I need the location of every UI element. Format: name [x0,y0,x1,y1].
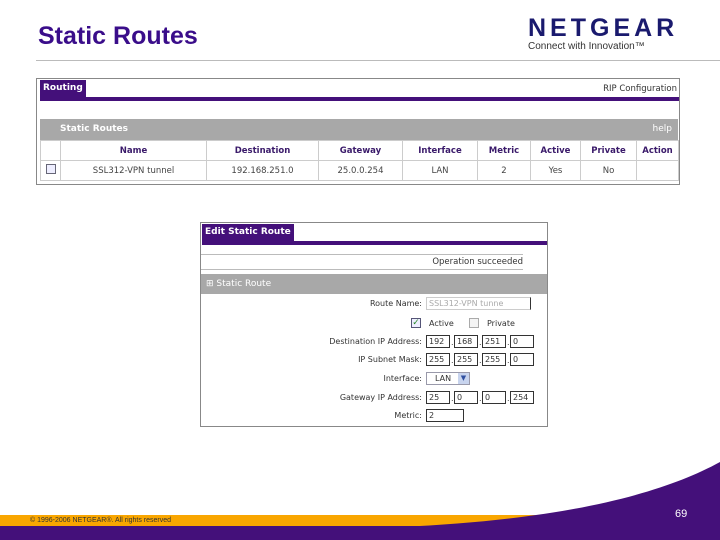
interface-label: Interface: [383,374,422,383]
private-label: Private [487,319,515,328]
route-name-label: Route Name: [369,299,422,308]
footer-swoosh [0,462,720,540]
gw-octet-3[interactable]: 0 [482,391,506,404]
rip-configuration-link[interactable]: RIP Configuration [603,84,677,94]
route-name-input[interactable]: SSL312-VPN tunne [426,297,531,310]
section-header: ⊞ Static Route [201,274,547,294]
cell-gateway: 25.0.0.254 [318,160,403,181]
metric-input[interactable]: 2 [426,409,464,422]
col-private: Private [580,140,637,161]
col-interface: Interface [402,140,478,161]
netgear-logo: NETGEAR Connect with Innovation™ [528,14,680,52]
col-destination: Destination [206,140,319,161]
private-checkbox[interactable] [469,318,479,328]
table-header: Name Destination Gateway Interface Metri… [40,140,679,161]
slide-title: Static Routes [38,22,198,50]
cell-name: SSL312-VPN tunnel [60,160,207,181]
status-message: Operation succeeded [201,254,523,270]
col-name: Name [60,140,207,161]
gw-octet-4[interactable]: 254 [510,391,534,404]
col-metric: Metric [477,140,531,161]
tab-routing[interactable]: Routing [40,80,86,97]
active-checkbox[interactable]: ✓ [411,318,421,328]
help-link[interactable]: help [653,124,672,134]
section-title: Static Route [216,279,272,289]
mask-octet-1[interactable]: 255 [426,353,450,366]
gateway-label: Gateway IP Address: [339,393,422,402]
destination-label: Destination IP Address: [329,337,422,346]
col-gateway: Gateway [318,140,403,161]
dest-octet-2[interactable]: 168 [454,335,478,348]
page-number: 69 [675,508,688,520]
logo-brand: NETGEAR [528,14,679,42]
row-checkbox[interactable] [45,164,56,174]
col-action: Action [636,140,679,161]
active-label: Active [429,319,454,328]
mask-octet-2[interactable]: 255 [454,353,478,366]
gw-octet-2[interactable]: 0 [454,391,478,404]
divider [36,60,720,61]
section-header: Static Routes help [40,119,678,140]
edit-route-panel: Edit Static Route Operation succeeded ⊞ … [200,222,548,427]
subnet-mask-label: IP Subnet Mask: [358,355,422,364]
gw-octet-1[interactable]: 25 [426,391,450,404]
cell-active: Yes [530,160,581,181]
cell-metric: 2 [477,160,531,181]
cell-destination: 192.168.251.0 [206,160,319,181]
cell-action [636,160,679,181]
routing-panel: Routing RIP Configuration Static Routes … [36,78,680,185]
cell-private: No [580,160,637,181]
copyright: © 1996-2006 NETGEAR®. All rights reserve… [30,517,172,524]
dest-octet-4[interactable]: 0 [510,335,534,348]
table-row: SSL312-VPN tunnel 192.168.251.0 25.0.0.2… [40,160,679,181]
dest-octet-1[interactable]: 192 [426,335,450,348]
interface-value: LAN [435,374,452,383]
dest-octet-3[interactable]: 251 [482,335,506,348]
cell-interface: LAN [402,160,478,181]
tab-edit-static-route[interactable]: Edit Static Route [202,224,294,241]
col-active: Active [530,140,581,161]
section-title: Static Routes [60,124,128,134]
mask-octet-4[interactable]: 0 [510,353,534,366]
mask-octet-3[interactable]: 255 [482,353,506,366]
metric-label: Metric: [394,411,422,420]
static-routes-table: Name Destination Gateway Interface Metri… [40,140,679,181]
chevron-down-icon[interactable]: ▼ [458,373,469,384]
